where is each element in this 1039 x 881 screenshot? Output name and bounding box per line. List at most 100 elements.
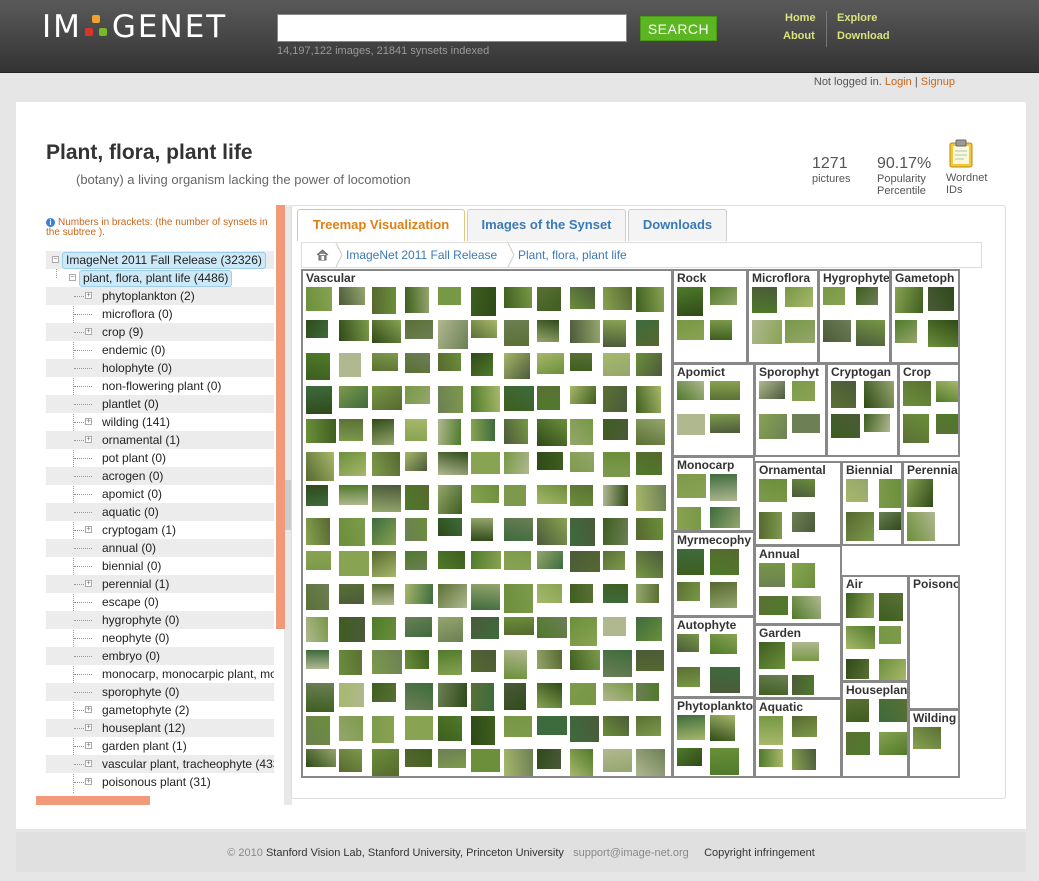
- thumbnail-image[interactable]: [928, 320, 958, 347]
- treemap-cell[interactable]: Gametoph: [890, 269, 960, 364]
- thumbnail-image[interactable]: [405, 452, 427, 471]
- thumbnail-image[interactable]: [471, 452, 500, 474]
- thumbnail-image[interactable]: [603, 518, 628, 545]
- tree-item[interactable]: + gametophyte (2): [46, 701, 274, 719]
- thumbnail-image[interactable]: [903, 414, 929, 443]
- thumbnail-image[interactable]: [792, 642, 819, 661]
- tree-item-label[interactable]: embryo (0): [102, 647, 160, 665]
- thumbnail-image[interactable]: [504, 650, 527, 679]
- thumbnail-image[interactable]: [603, 551, 625, 570]
- treemap-cell[interactable]: Phytoplankto: [672, 697, 755, 778]
- thumbnail-image[interactable]: [603, 419, 628, 440]
- thumbnail-image[interactable]: [710, 287, 737, 305]
- thumbnail-image[interactable]: [306, 386, 332, 414]
- thumbnail-image[interactable]: [792, 512, 815, 532]
- search-input[interactable]: [277, 14, 627, 42]
- thumbnail-image[interactable]: [895, 287, 923, 313]
- thumbnail-image[interactable]: [677, 320, 704, 340]
- thumbnail-image[interactable]: [537, 683, 562, 708]
- thumbnail-image[interactable]: [405, 518, 427, 541]
- thumbnail-image[interactable]: [339, 551, 369, 576]
- tree-item-label[interactable]: crop (9): [102, 323, 143, 341]
- thumbnail-image[interactable]: [636, 452, 662, 475]
- thumbnail-image[interactable]: [405, 650, 429, 669]
- horizontal-splitter-handle[interactable]: [36, 796, 150, 805]
- thumbnail-image[interactable]: [636, 287, 664, 312]
- tree-item-label[interactable]: garden plant (1): [102, 737, 187, 755]
- thumbnail-image[interactable]: [759, 381, 785, 399]
- thumbnail-image[interactable]: [504, 353, 530, 379]
- thumbnail-image[interactable]: [846, 512, 874, 541]
- thumbnail-image[interactable]: [306, 650, 329, 669]
- thumbnail-image[interactable]: [710, 715, 735, 741]
- treemap-cell[interactable]: Autophyte: [672, 616, 755, 698]
- thumbnail-image[interactable]: [759, 675, 788, 695]
- tree-item[interactable]: microflora (0): [46, 305, 274, 323]
- treemap-cell[interactable]: Monocarp: [672, 456, 755, 532]
- thumbnail-image[interactable]: [339, 452, 366, 476]
- footer-support-link[interactable]: support@image-net.org: [573, 847, 689, 859]
- thumbnail-image[interactable]: [864, 381, 894, 408]
- treemap-cell[interactable]: Houseplan: [841, 681, 909, 778]
- thumbnail-image[interactable]: [537, 452, 563, 470]
- thumbnail-image[interactable]: [471, 419, 495, 441]
- tree-item-label[interactable]: ornamental (1): [102, 431, 180, 449]
- tab-treemap[interactable]: Treemap Visualization: [297, 209, 465, 241]
- thumbnail-image[interactable]: [438, 518, 462, 536]
- thumbnail-image[interactable]: [570, 683, 596, 705]
- thumbnail-image[interactable]: [759, 512, 782, 539]
- thumbnail-image[interactable]: [823, 320, 851, 342]
- thumbnail-image[interactable]: [846, 732, 870, 755]
- thumbnail-image[interactable]: [677, 549, 704, 575]
- thumbnail-image[interactable]: [438, 452, 468, 475]
- thumbnail-image[interactable]: [570, 584, 593, 603]
- treemap-cell[interactable]: Wilding: [908, 709, 960, 778]
- thumbnail-image[interactable]: [677, 667, 700, 687]
- signup-link[interactable]: Signup: [921, 76, 955, 88]
- thumbnail-image[interactable]: [438, 716, 462, 741]
- thumbnail-image[interactable]: [636, 353, 662, 376]
- thumbnail-image[interactable]: [677, 474, 706, 498]
- thumbnail-image[interactable]: [537, 320, 559, 342]
- thumbnail-image[interactable]: [504, 716, 532, 737]
- thumbnail-image[interactable]: [603, 485, 628, 506]
- thumbnail-image[interactable]: [438, 353, 461, 371]
- tree-item[interactable]: + ornamental (1): [46, 431, 274, 449]
- tree-item-label[interactable]: neophyte (0): [102, 629, 169, 647]
- thumbnail-image[interactable]: [792, 381, 815, 401]
- tab-images[interactable]: Images of the Synset: [467, 209, 626, 241]
- footer-lab-link[interactable]: Stanford Vision Lab, Stanford University…: [266, 847, 564, 859]
- thumbnail-image[interactable]: [759, 749, 783, 767]
- thumbnail-image[interactable]: [710, 381, 740, 400]
- thumbnail-image[interactable]: [710, 634, 737, 654]
- thumbnail-image[interactable]: [471, 353, 493, 376]
- tree-item[interactable]: embryo (0): [46, 647, 274, 665]
- thumbnail-image[interactable]: [570, 419, 593, 445]
- tree-item[interactable]: endemic (0): [46, 341, 274, 359]
- thumbnail-image[interactable]: [537, 353, 564, 374]
- thumbnail-image[interactable]: [913, 727, 941, 749]
- thumbnail-image[interactable]: [879, 512, 901, 530]
- expand-icon[interactable]: +: [85, 436, 92, 443]
- thumbnail-image[interactable]: [306, 716, 330, 745]
- search-button[interactable]: SEARCH: [640, 16, 717, 41]
- thumbnail-image[interactable]: [752, 320, 782, 344]
- thumbnail-image[interactable]: [504, 518, 533, 541]
- tree-item-label[interactable]: acrogen (0): [102, 467, 163, 485]
- tree-root-label[interactable]: ImageNet 2011 Fall Release (32326): [62, 252, 266, 269]
- tree-item[interactable]: non-flowering plant (0): [46, 377, 274, 395]
- thumbnail-image[interactable]: [471, 650, 496, 672]
- thumbnail-image[interactable]: [306, 485, 328, 506]
- thumbnail-image[interactable]: [636, 749, 665, 776]
- tree-item[interactable]: + perennial (1): [46, 575, 274, 593]
- expand-icon[interactable]: +: [85, 292, 92, 299]
- thumbnail-image[interactable]: [537, 584, 562, 603]
- tree-item-label[interactable]: endemic (0): [102, 341, 165, 359]
- thumbnail-image[interactable]: [537, 419, 567, 446]
- thumbnail-image[interactable]: [372, 386, 402, 410]
- expand-icon[interactable]: +: [85, 706, 92, 713]
- thumbnail-image[interactable]: [339, 617, 365, 642]
- expand-icon[interactable]: +: [85, 328, 92, 335]
- treemap-cell[interactable]: Sporophyt: [754, 363, 827, 457]
- thumbnail-image[interactable]: [936, 381, 958, 402]
